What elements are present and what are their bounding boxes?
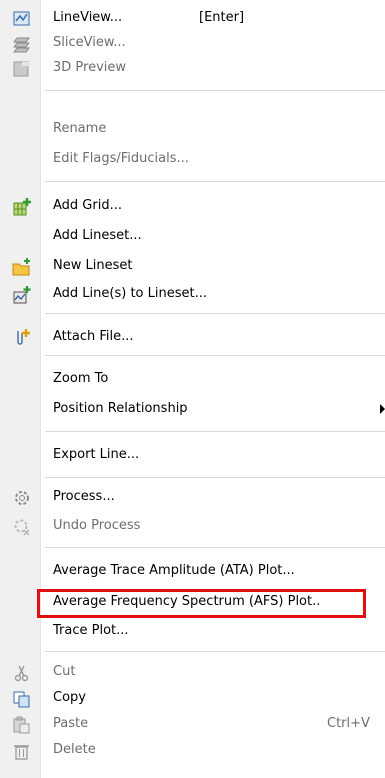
menu-item-label: Rename — [53, 121, 107, 136]
menu-item-attach-file[interactable]: Attach File... — [0, 325, 385, 350]
menu-separator — [45, 90, 385, 91]
menu-item-label: Paste — [53, 716, 89, 731]
menu-item-3d-preview[interactable]: 3D Preview — [0, 56, 385, 81]
paste-icon — [12, 715, 32, 735]
menu-item-label: LineView... — [53, 10, 123, 25]
menu-separator — [45, 547, 385, 548]
highlight-box — [37, 589, 366, 618]
menu-item-lineview[interactable]: LineView... [Enter] — [0, 6, 385, 31]
menu-item-label: Process... — [53, 489, 115, 504]
menu-item-shortcut: [Enter] — [199, 10, 245, 25]
menu-item-label: Edit Flags/Fiducials... — [53, 151, 189, 166]
menu-item-process[interactable]: Process... — [0, 485, 385, 510]
add-lines-icon — [12, 285, 32, 305]
menu-separator — [45, 355, 385, 356]
menu-separator — [45, 313, 385, 314]
menu-item-shortcut: Ctrl+V — [327, 716, 370, 731]
process-gear-icon — [12, 488, 32, 508]
menu-item-label: Export Line... — [53, 447, 140, 462]
menu-separator — [45, 181, 385, 182]
menu-item-label: Delete — [53, 742, 96, 757]
menu-item-zoom-to[interactable]: Zoom To — [0, 367, 385, 392]
menu-item-edit-flags[interactable]: Edit Flags/Fiducials... — [0, 147, 385, 172]
menu-item-label: Cut — [53, 664, 76, 679]
menu-item-delete[interactable]: Delete — [0, 738, 385, 763]
menu-separator — [45, 477, 385, 478]
menu-item-label: Average Trace Amplitude (ATA) Plot... — [53, 563, 295, 578]
menu-separator — [45, 431, 385, 432]
trash-icon — [12, 741, 32, 761]
3d-preview-icon — [12, 59, 32, 79]
add-grid-icon — [12, 197, 32, 217]
lineview-icon — [12, 9, 32, 29]
menu-item-rename[interactable]: Rename — [0, 117, 385, 142]
menu-item-trace-plot[interactable]: Trace Plot... — [0, 619, 385, 644]
copy-icon — [12, 689, 32, 709]
scissors-icon — [12, 663, 32, 683]
menu-item-add-lines-to-lineset[interactable]: Add Line(s) to Lineset... — [0, 282, 385, 307]
menu-item-label: Undo Process — [53, 518, 141, 533]
menu-item-position-relationship[interactable]: Position Relationship — [0, 397, 385, 422]
menu-item-label: Position Relationship — [53, 401, 188, 416]
menu-item-cut[interactable]: Cut — [0, 660, 385, 685]
menu-item-label: Add Line(s) to Lineset... — [53, 286, 207, 301]
menu-item-sliceview[interactable]: SliceView... — [0, 31, 385, 56]
menu-item-label: Zoom To — [53, 371, 109, 386]
menu-item-add-grid[interactable]: Add Grid... — [0, 194, 385, 219]
menu-item-export-line[interactable]: Export Line... — [0, 443, 385, 468]
menu-item-label: Attach File... — [53, 329, 134, 344]
context-menu: LineView... [Enter] SliceView... 3D Prev… — [0, 0, 385, 778]
menu-item-add-lineset[interactable]: Add Lineset... — [0, 224, 385, 249]
menu-item-label: 3D Preview — [53, 60, 127, 75]
attach-file-icon — [12, 328, 32, 348]
menu-item-label: Copy — [53, 690, 86, 705]
menu-item-label: New Lineset — [53, 258, 133, 273]
menu-item-label: Trace Plot... — [53, 623, 129, 638]
menu-item-paste[interactable]: Paste Ctrl+V — [0, 712, 385, 737]
menu-item-label: SliceView... — [53, 35, 126, 50]
menu-item-undo-process[interactable]: Undo Process — [0, 514, 385, 539]
menu-item-label: Add Grid... — [53, 198, 122, 213]
sliceview-icon — [12, 34, 32, 54]
menu-separator — [45, 651, 385, 652]
new-lineset-folder-icon — [12, 257, 32, 277]
undo-process-icon — [12, 517, 32, 537]
menu-item-label: Add Lineset... — [53, 228, 142, 243]
menu-item-ata-plot[interactable]: Average Trace Amplitude (ATA) Plot... — [0, 559, 385, 584]
menu-item-new-lineset[interactable]: New Lineset — [0, 254, 385, 279]
menu-item-copy[interactable]: Copy — [0, 686, 385, 711]
submenu-arrow-icon — [380, 404, 385, 414]
